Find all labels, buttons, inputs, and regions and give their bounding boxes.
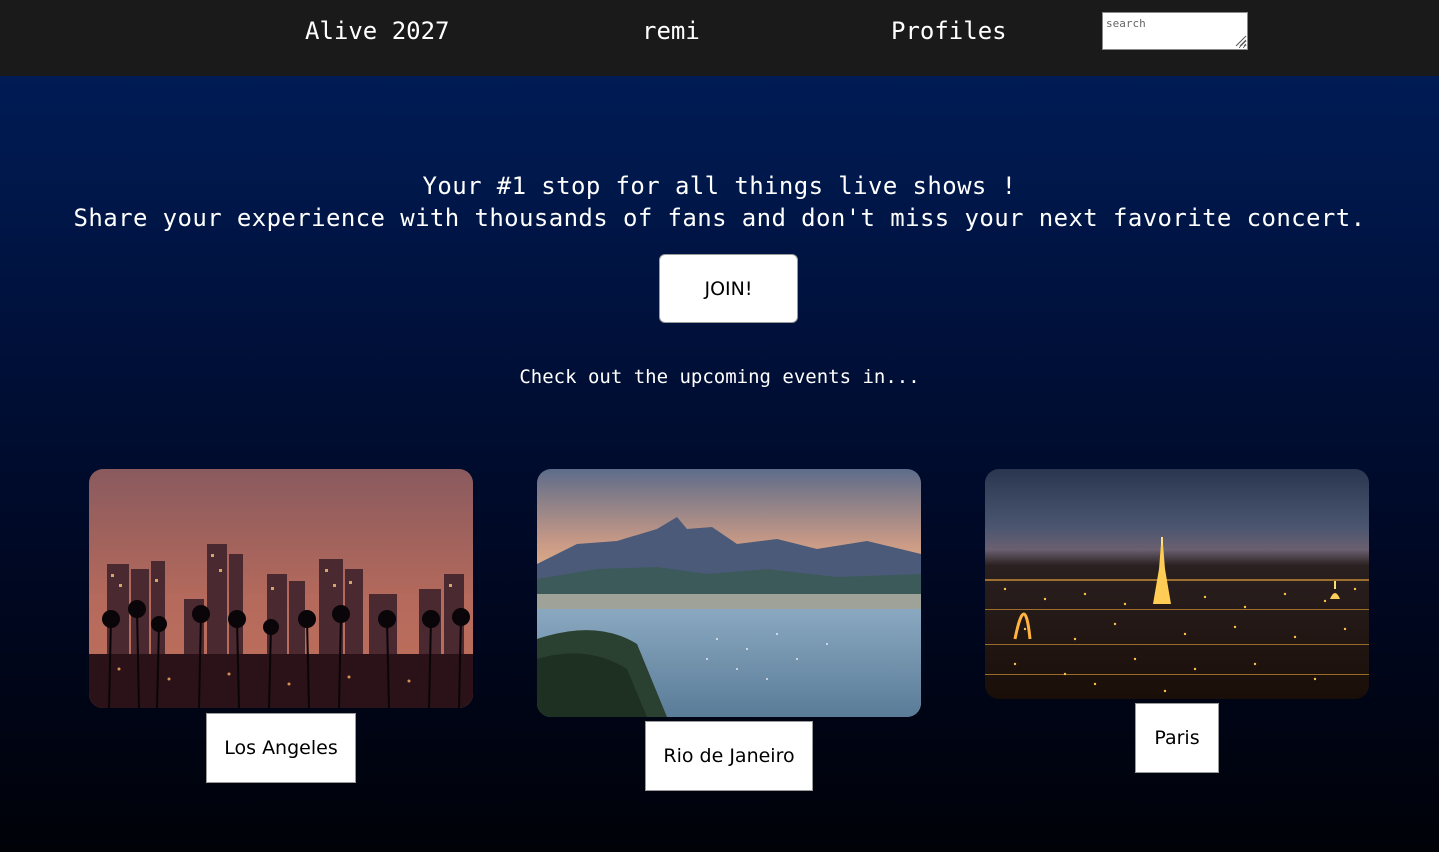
hero-tagline: Your #1 stop for all things live shows !… — [0, 170, 1439, 234]
hero-line-1: Your #1 stop for all things live shows ! — [422, 172, 1017, 200]
la-skyline-photo[interactable] — [89, 469, 473, 708]
nav-profiles-link[interactable]: Profiles — [891, 15, 1007, 47]
city-button-paris[interactable]: Paris — [1135, 703, 1219, 773]
events-heading: Check out the upcoming events in... — [519, 366, 920, 388]
search-input[interactable] — [1102, 12, 1248, 50]
hero-line-2: Share your experience with thousands of … — [73, 204, 1366, 232]
city-button-rio-de-janeiro[interactable]: Rio de Janeiro — [645, 721, 813, 791]
nav-user-link[interactable]: remi — [642, 15, 700, 47]
rio-bay-photo[interactable] — [537, 469, 921, 717]
paris-night-photo[interactable] — [985, 469, 1369, 699]
join-button[interactable]: JOIN! — [659, 254, 798, 323]
top-navbar: Alive 2027 remi Profiles — [0, 0, 1439, 76]
nav-brand-link[interactable]: Alive 2027 — [305, 15, 450, 47]
city-button-los-angeles[interactable]: Los Angeles — [206, 713, 356, 783]
